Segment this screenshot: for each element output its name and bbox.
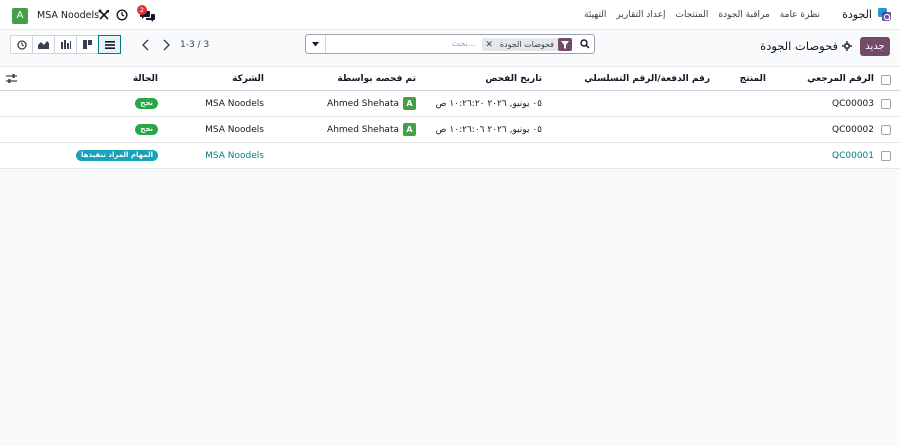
column-header-checked-by[interactable]: تم فحصه بواسطة	[337, 67, 416, 90]
search-options-toggle[interactable]	[306, 35, 326, 53]
menu-overview[interactable]: نظرة عامة	[780, 10, 820, 20]
facet-remove-button[interactable]: ✕	[482, 40, 496, 50]
column-header-lot[interactable]: رقم الدفعة/الرقم التسلسلي	[584, 67, 710, 90]
cell-company: MSA Noodels	[205, 98, 264, 109]
quality-checks-table: الرقم المرجعي المنتج رقم الدفعة/الرقم ال…	[0, 66, 900, 169]
cell-reference: QC00002	[832, 124, 874, 135]
menu-reporting[interactable]: إعداد التقارير	[616, 10, 665, 20]
new-button[interactable]: جديد	[860, 37, 890, 56]
cell-checked-by: Ahmed Shehata A	[327, 91, 416, 116]
graph-view-button[interactable]	[32, 35, 55, 54]
cell-reference: QC00001	[832, 150, 874, 161]
user-avatar[interactable]: A	[12, 8, 28, 24]
app-title[interactable]: الجودة	[842, 8, 872, 21]
pager-value[interactable]: 1-3 / 3	[180, 40, 209, 50]
menu-configuration[interactable]: التهيئة	[584, 10, 606, 20]
breadcrumb: فحوصات الجودة	[760, 39, 852, 53]
cell-state: نجح	[135, 117, 158, 142]
cell-date: ٠٥ يونيو, ٢٠٢٦ ١٠:٢٦:٠٦ ص	[435, 124, 542, 135]
clock-icon[interactable]	[116, 9, 128, 21]
list-icon	[104, 40, 115, 49]
avatar: A	[403, 123, 416, 136]
column-header-date[interactable]: تاريخ الفحص	[485, 67, 542, 90]
tools-icon[interactable]	[98, 9, 110, 21]
cell-checked-by-name: Ahmed Shehata	[327, 124, 399, 135]
cell-reference: QC00003	[832, 98, 874, 109]
chat-notification-badge: 2	[137, 5, 147, 15]
top-navbar: الجودة نظرة عامة مراقبة الجودة المنتجات …	[0, 0, 900, 30]
table-row[interactable]: QC00002 ٠٥ يونيو, ٢٠٢٦ ١٠:٢٦:٠٦ ص Ahmed …	[0, 117, 900, 143]
row-checkbox[interactable]	[881, 151, 891, 161]
menu-quality-control[interactable]: مراقبة الجودة	[718, 10, 769, 20]
quality-app-icon[interactable]	[877, 7, 893, 23]
cell-state: نجح	[135, 91, 158, 116]
menu-products[interactable]: المنتجات	[675, 10, 708, 20]
search-input[interactable]: بحث...	[452, 39, 476, 49]
avatar: A	[403, 97, 416, 110]
kanban-view-button[interactable]	[76, 35, 99, 54]
activity-view-button[interactable]	[10, 35, 33, 54]
row-checkbox[interactable]	[881, 125, 891, 135]
search-button[interactable]	[576, 35, 594, 53]
pivot-icon	[60, 40, 71, 49]
activity-icon	[16, 39, 27, 50]
cell-checked-by-name: Ahmed Shehata	[327, 98, 399, 109]
column-header-reference[interactable]: الرقم المرجعي	[807, 67, 874, 90]
status-badge: نجح	[135, 124, 158, 135]
caret-down-icon	[312, 41, 319, 46]
sliders-icon	[6, 74, 17, 83]
gear-icon[interactable]	[842, 41, 852, 51]
pager-previous-button[interactable]	[140, 38, 152, 52]
cell-state: المهام المراد تنفيذها	[76, 143, 158, 168]
cell-checked-by: Ahmed Shehata A	[327, 117, 416, 142]
cell-date: ٠٥ يونيو, ٢٠٢٦ ١٠:٢٦:٢٠ ص	[435, 98, 542, 109]
pager-next-button[interactable]	[160, 38, 172, 52]
pivot-view-button[interactable]	[54, 35, 77, 54]
facet-label: فحوصات الجودة	[499, 40, 554, 49]
table-header: الرقم المرجعي المنتج رقم الدفعة/الرقم ال…	[0, 66, 900, 91]
table-row[interactable]: QC00003 ٠٥ يونيو, ٢٠٢٦ ١٠:٢٦:٢٠ ص Ahmed …	[0, 91, 900, 117]
kanban-icon	[83, 40, 92, 49]
main-menu: نظرة عامة مراقبة الجودة المنتجات إعداد ا…	[584, 10, 820, 20]
page-title: فحوصات الجودة	[760, 39, 838, 53]
table-row[interactable]: QC00001 MSA Noodels المهام المراد تنفيذه…	[0, 143, 900, 169]
search-facet: فحوصات الجودة ✕	[482, 38, 572, 51]
select-all-checkbox[interactable]	[881, 75, 891, 85]
graph-icon	[38, 41, 49, 49]
column-header-company[interactable]: الشركة	[232, 67, 264, 90]
search-icon	[580, 39, 590, 49]
column-header-product[interactable]: المنتج	[740, 67, 766, 90]
status-badge: المهام المراد تنفيذها	[76, 150, 158, 161]
search-bar: فحوصات الجودة ✕ بحث...	[305, 34, 595, 54]
column-header-state[interactable]: الحالة	[133, 67, 158, 90]
status-badge: نجح	[135, 98, 158, 109]
view-switcher	[10, 35, 126, 54]
row-checkbox[interactable]	[881, 99, 891, 109]
company-switcher[interactable]: MSA Noodels	[37, 10, 99, 21]
optional-columns-toggle[interactable]	[6, 67, 17, 90]
filter-icon	[558, 38, 572, 51]
cell-company: MSA Noodels	[205, 150, 264, 161]
list-view-button[interactable]	[98, 35, 121, 54]
cell-company: MSA Noodels	[205, 124, 264, 135]
